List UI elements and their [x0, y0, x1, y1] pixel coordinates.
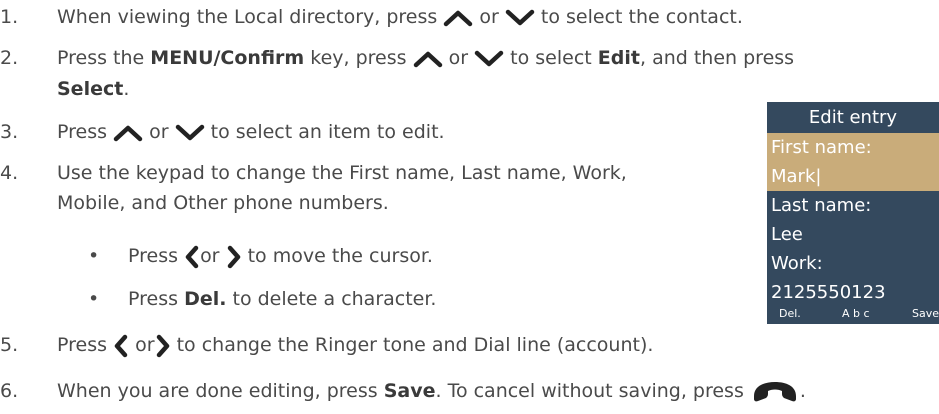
softkey-del: Del. — [779, 307, 801, 320]
step-number: 4. — [0, 162, 19, 184]
field-label-work: Work: — [771, 253, 823, 274]
right-arrow-icon — [226, 245, 242, 269]
step-text: Use the keypad to change the First name,… — [57, 162, 627, 184]
up-arrow-icon — [413, 50, 443, 68]
edit-label: Edit — [597, 47, 640, 69]
step-text: When viewing the Local directory, press … — [57, 6, 743, 28]
softkey-save: Save — [912, 307, 939, 320]
down-arrow-icon — [505, 9, 535, 27]
step-text: When you are done editing, press Save. T… — [57, 376, 806, 406]
softkey-abc: A b c — [842, 307, 870, 320]
field-label-last-name: Last name: — [771, 195, 872, 216]
step-text: Press the MENU/Confirm key, press or to … — [57, 47, 795, 69]
field-value-work: 2125550123 — [771, 282, 886, 303]
field-value-last-name: Lee — [771, 224, 803, 245]
left-arrow-icon — [184, 245, 200, 269]
field-label-first-name: First name: — [767, 133, 939, 162]
screen-title: Edit entry — [808, 107, 898, 128]
step-text: Press or to change the Ringer tone and D… — [57, 334, 654, 358]
down-arrow-icon — [474, 50, 504, 68]
save-key-label: Save — [383, 380, 436, 402]
del-key-label: Del. — [184, 288, 227, 310]
step-number: 1. — [0, 6, 19, 28]
step-number: 3. — [0, 121, 19, 143]
right-arrow-icon — [155, 334, 171, 358]
softkey-bar: Del. A b c Save — [767, 304, 939, 324]
down-arrow-icon — [175, 124, 205, 142]
phone-screen-edit-entry: Edit entry First name: Mark| Last name: … — [767, 102, 939, 324]
step-number: 5. — [0, 334, 19, 356]
left-arrow-icon — [113, 334, 129, 358]
step-number: 2. — [0, 47, 19, 69]
step-text: Press or to select an item to edit. — [57, 121, 445, 143]
select-label: Select — [57, 78, 124, 100]
up-arrow-icon — [443, 9, 473, 27]
up-arrow-icon — [113, 124, 143, 142]
field-value-first-name: Mark| — [767, 162, 939, 191]
menu-confirm-key-label: MENU/Confirm — [150, 47, 305, 69]
end-call-icon — [750, 379, 800, 405]
step-number: 6. — [0, 380, 19, 402]
